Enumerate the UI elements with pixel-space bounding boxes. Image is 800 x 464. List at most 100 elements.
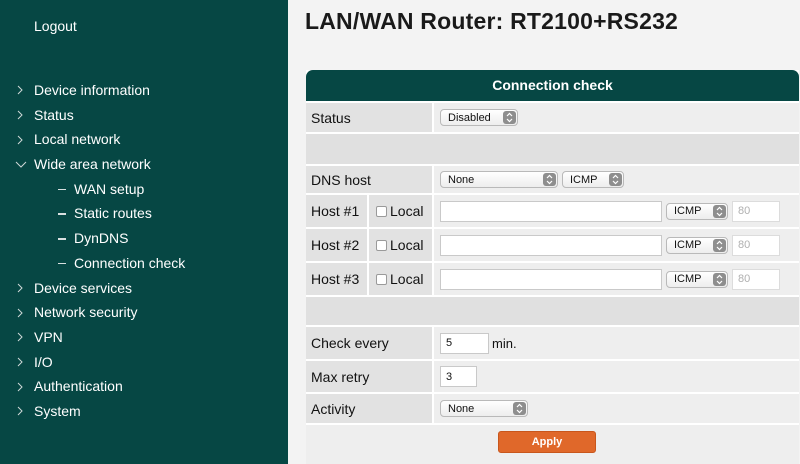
panel-title: Connection check <box>306 70 799 101</box>
chevron-down-icon <box>15 159 27 169</box>
select-arrows-icon <box>713 238 726 252</box>
max-retry-input[interactable]: 3 <box>440 366 477 387</box>
host-protocol-value: ICMP <box>674 205 702 217</box>
sidebar-item-label: Device information <box>34 82 150 98</box>
dash-icon <box>58 188 66 191</box>
sidebar-item-status[interactable]: Status <box>0 103 288 128</box>
host-protocol-value: ICMP <box>674 273 702 285</box>
local-checkbox[interactable] <box>376 205 387 217</box>
sidebar-item-system[interactable]: System <box>0 399 288 424</box>
spacer-row <box>306 134 799 164</box>
sidebar-item-wide-area-network[interactable]: Wide area network <box>0 152 288 177</box>
sidebar-subitem-label: Static routes <box>74 205 152 222</box>
connection-check-panel: Connection check Status Disabled DNS hos… <box>306 70 799 464</box>
host-port-input[interactable]: 80 <box>732 200 780 222</box>
activity-select[interactable]: None <box>440 400 528 417</box>
spacer-row <box>306 297 799 325</box>
dns-protocol-value: ICMP <box>570 173 598 186</box>
host-label: Host #3 <box>306 263 369 295</box>
sidebar-item-io[interactable]: I/O <box>0 350 288 375</box>
chevron-right-icon <box>15 85 25 95</box>
check-every-label: Check every <box>306 327 434 359</box>
sidebar-item-network-security[interactable]: Network security <box>0 300 288 325</box>
host-port-input[interactable]: 80 <box>732 234 780 256</box>
sidebar-subitem-static-routes[interactable]: Static routes <box>0 201 288 226</box>
host-protocol-select[interactable]: ICMP <box>666 236 728 254</box>
dash-icon <box>58 213 66 215</box>
host-protocol-value: ICMP <box>674 239 702 251</box>
dns-protocol-select[interactable]: ICMP <box>562 171 624 188</box>
sidebar: Logout Device information Status Local n… <box>0 0 288 464</box>
host-value-cell: ICMP 80 <box>434 229 799 261</box>
apply-button[interactable]: Apply <box>498 431 596 453</box>
local-label: Local <box>390 271 424 287</box>
host-row: Host #1 Local ICMP 80 <box>306 195 799 227</box>
dash-icon <box>58 262 66 265</box>
host-protocol-select[interactable]: ICMP <box>666 270 728 288</box>
sidebar-item-label: I/O <box>34 353 53 370</box>
sidebar-subitem-dyndns[interactable]: DynDNS <box>0 226 288 251</box>
chevron-right-icon <box>15 382 25 392</box>
sidebar-item-label: System <box>34 402 81 419</box>
status-label: Status <box>306 103 434 132</box>
host-row: Host #2 Local ICMP 80 <box>306 229 799 261</box>
page-title: LAN/WAN Router: RT2100+RS232 <box>305 8 679 34</box>
check-every-input[interactable]: 5 <box>440 332 489 354</box>
sidebar-item-label: Network security <box>34 304 138 321</box>
local-checkbox[interactable] <box>376 239 387 251</box>
local-label: Local <box>390 203 424 219</box>
max-retry-label: Max retry <box>306 361 434 392</box>
dns-host-select[interactable]: None <box>440 171 558 188</box>
activity-row: Activity None <box>306 394 799 423</box>
local-checkbox[interactable] <box>376 273 387 285</box>
sidebar-item-authentication[interactable]: Authentication <box>0 374 288 399</box>
dns-host-value-cell: None ICMP <box>434 166 799 193</box>
select-arrows-icon <box>713 272 726 286</box>
sidebar-subitem-label: Connection check <box>74 254 186 271</box>
max-retry-value-cell: 3 <box>434 361 799 392</box>
sidebar-item-label: Local network <box>34 131 121 148</box>
host-value-cell: ICMP 80 <box>434 263 799 295</box>
status-select-value: Disabled <box>448 111 491 124</box>
host-port-input[interactable]: 80 <box>732 268 780 290</box>
host-address-input[interactable] <box>440 200 662 222</box>
host-protocol-select[interactable]: ICMP <box>666 202 728 220</box>
sidebar-item-local-network[interactable]: Local network <box>0 127 288 152</box>
chevron-right-icon <box>15 332 25 342</box>
max-retry-row: Max retry 3 <box>306 361 799 392</box>
logout-link[interactable]: Logout <box>34 18 77 34</box>
sidebar-item-label: Authentication <box>34 378 123 395</box>
sidebar-subitem-wan-setup[interactable]: WAN setup <box>0 177 288 202</box>
host-local-cell: Local <box>369 263 434 295</box>
sidebar-item-label: Status <box>34 106 74 123</box>
sidebar-item-device-services[interactable]: Device services <box>0 276 288 301</box>
dns-host-row: DNS host None ICMP <box>306 166 799 193</box>
dns-host-label: DNS host <box>306 166 434 193</box>
sidebar-subitem-connection-check[interactable]: Connection check <box>0 251 288 276</box>
status-select[interactable]: Disabled <box>440 109 518 126</box>
local-label: Local <box>390 237 424 253</box>
select-arrows-icon <box>543 173 556 186</box>
host-local-cell: Local <box>369 195 434 227</box>
activity-label: Activity <box>306 394 434 423</box>
sidebar-item-device-information[interactable]: Device information <box>0 78 288 103</box>
host-label: Host #2 <box>306 229 369 261</box>
sidebar-subitem-label: DynDNS <box>74 230 129 247</box>
dns-host-select-value: None <box>448 173 475 186</box>
chevron-right-icon <box>15 110 25 120</box>
host-label: Host #1 <box>306 195 369 227</box>
status-value-cell: Disabled <box>434 103 799 132</box>
check-every-unit: min. <box>492 335 517 351</box>
sidebar-item-label: Wide area network <box>34 156 151 173</box>
host-address-input[interactable] <box>440 268 662 290</box>
chevron-right-icon <box>15 406 25 416</box>
dash-icon <box>58 238 66 240</box>
select-arrows-icon <box>513 402 526 415</box>
activity-value-cell: None <box>434 394 799 423</box>
sidebar-nav: Device information Status Local network … <box>0 78 288 424</box>
host-value-cell: ICMP 80 <box>434 195 799 227</box>
host-address-input[interactable] <box>440 234 662 256</box>
sidebar-item-vpn[interactable]: VPN <box>0 325 288 350</box>
status-row: Status Disabled <box>306 103 799 132</box>
select-arrows-icon <box>609 173 622 186</box>
